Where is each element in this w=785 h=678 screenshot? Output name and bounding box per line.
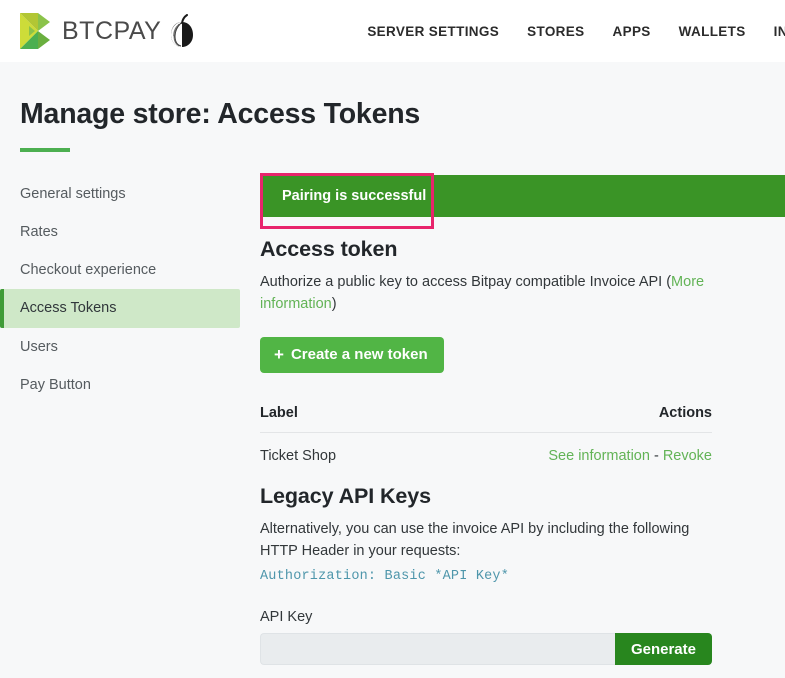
sidebar-item-checkout-experience[interactable]: Checkout experience [0,251,240,289]
nav-link-apps[interactable]: APPS [612,24,650,39]
token-actions-cell: See information - Revoke [403,433,712,465]
status-badge: Pairing is successful [260,175,785,217]
sidebar-item-pay-button[interactable]: Pay Button [0,366,240,404]
api-key-label: API Key [260,609,313,626]
nav-link-stores[interactable]: STORES [527,24,584,39]
main-nav-links: SERVER SETTINGS STORES APPS WALLETS INVO… [367,24,785,39]
see-information-link[interactable]: See information [548,448,650,464]
column-header-actions: Actions [403,405,712,434]
api-key-input[interactable] [260,633,615,666]
brand-home-link[interactable]: BTCPAY [18,12,161,50]
page-body: Manage store: Access Tokens General sett… [0,62,785,666]
action-separator: - [649,448,663,465]
page-layout: General settings Rates Checkout experien… [0,173,785,666]
page-title: Manage store: Access Tokens [20,98,421,130]
create-new-token-button[interactable]: + Create a new token [260,337,444,374]
create-new-token-label: Create a new token [290,346,428,364]
plus-icon: + [274,345,284,365]
access-token-heading: Access token [260,237,398,261]
table-row: Ticket Shop See information - Revoke [260,433,712,465]
brand-text: BTCPAY [62,16,162,45]
table-header-row: Label Actions [260,405,712,434]
nav-link-server-settings[interactable]: SERVER SETTINGS [367,24,499,39]
tor-onion-icon [161,14,195,48]
api-key-input-row: Generate [260,633,712,666]
main-content: Pairing is successful Access token Autho… [240,173,785,666]
token-label-cell: Ticket Shop [260,448,337,465]
tokens-table: Label Actions Ticket Shop See informatio… [260,405,712,464]
column-header-label: Label [260,405,404,434]
access-token-description-suffix: ) [331,296,337,313]
sidebar-item-users[interactable]: Users [0,328,240,366]
sidebar-item-rates[interactable]: Rates [0,213,240,251]
authorization-header-code: Authorization: Basic *API Key* [260,569,510,585]
access-token-description-text: Authorize a public key to access Bitpay … [260,274,672,290]
revoke-link[interactable]: Revoke [663,448,712,464]
title-underline-rule [20,148,70,152]
alert-wrapper: Pairing is successful [260,173,785,229]
store-settings-sidebar: General settings Rates Checkout experien… [0,175,240,404]
top-navigation-bar: BTCPAY SERVER SETTINGS STORES APPS WALLE… [0,0,785,62]
legacy-api-keys-heading: Legacy API Keys [260,484,431,509]
sidebar-item-access-tokens[interactable]: Access Tokens [0,289,240,328]
nav-link-invoices[interactable]: INVOICES [774,24,785,39]
nav-link-wallets[interactable]: WALLETS [679,24,746,39]
legacy-api-keys-description: Alternatively, you can use the invoice A… [260,521,690,560]
access-token-description: Authorize a public key to access Bitpay … [260,271,710,315]
generate-button[interactable]: Generate [614,633,712,666]
sidebar-item-general-settings[interactable]: General settings [0,175,240,213]
btcpay-logo-icon [18,12,52,50]
